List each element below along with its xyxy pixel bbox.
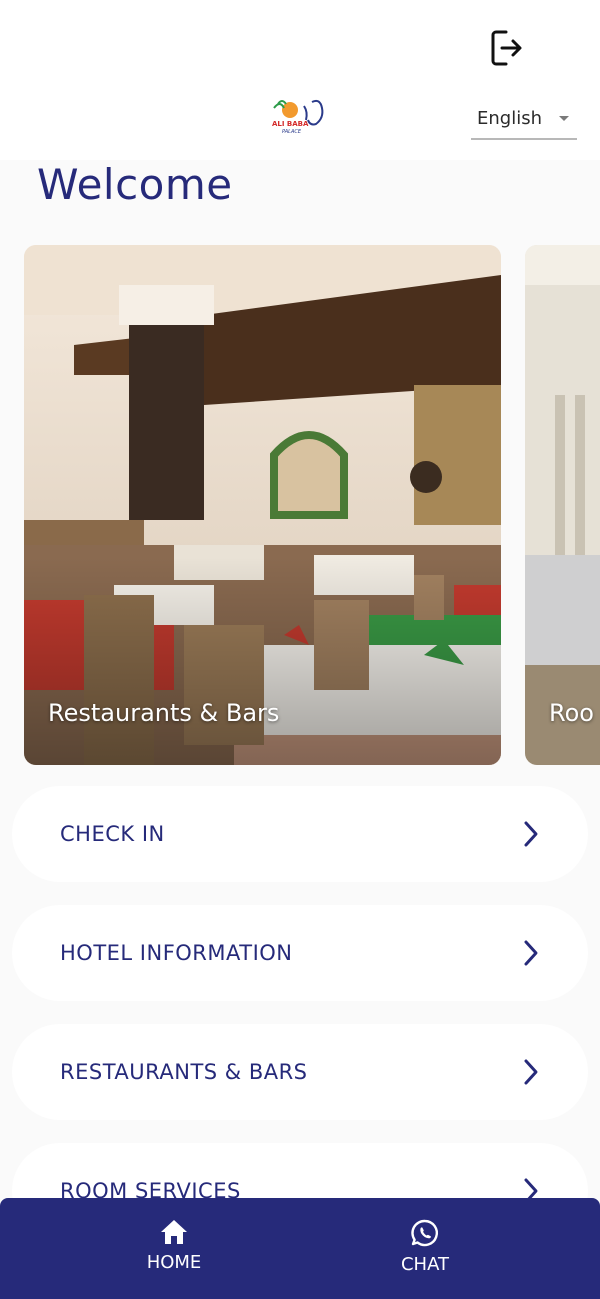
room-photo [525, 245, 600, 765]
top-bar: ALI BABA PALACE English [0, 0, 600, 160]
carousel-card-restaurants[interactable]: Restaurants & Bars [24, 245, 501, 765]
nav-chat[interactable]: CHAT [365, 1218, 485, 1275]
chevron-right-icon [524, 821, 538, 847]
image-carousel[interactable]: Restaurants & Bars Roo [24, 245, 600, 765]
menu-item-restaurants-bars[interactable]: RESTAURANTS & BARS [12, 1024, 588, 1120]
nav-chat-label: CHAT [400, 1254, 449, 1275]
nav-home-label: HOME [146, 1252, 202, 1273]
home-icon [161, 1220, 187, 1244]
menu-item-hotel-information[interactable]: HOTEL INFORMATION [12, 905, 588, 1001]
menu-item-check-in[interactable]: CHECK IN [12, 786, 588, 882]
menu-item-label: CHECK IN [60, 822, 165, 846]
bottom-navigation: HOME CHAT [0, 1198, 600, 1299]
svg-text:ALI BABA: ALI BABA [272, 120, 309, 128]
nav-home[interactable]: HOME [114, 1218, 234, 1273]
main-content: Welcome Restaurants & Bars Roo CHECK IN … [0, 160, 600, 1299]
hotel-logo: ALI BABA PALACE [268, 96, 332, 136]
svg-text:PALACE: PALACE [282, 129, 302, 135]
logout-icon [491, 30, 522, 66]
carousel-card-title: Restaurants & Bars [48, 699, 280, 727]
caret-down-icon [559, 115, 569, 121]
chevron-right-icon [524, 940, 538, 966]
carousel-card-rooms[interactable]: Roo [525, 245, 600, 765]
restaurant-photo [24, 245, 501, 765]
language-value: English [477, 107, 542, 129]
menu-item-label: HOTEL INFORMATION [60, 941, 293, 965]
carousel-card-title: Roo [549, 699, 594, 727]
menu-item-label: RESTAURANTS & BARS [60, 1060, 308, 1084]
logout-button[interactable] [484, 26, 528, 70]
whatsapp-icon [411, 1219, 438, 1247]
page-title: Welcome [37, 160, 233, 209]
chevron-right-icon [524, 1059, 538, 1085]
language-select[interactable]: English [471, 98, 577, 140]
